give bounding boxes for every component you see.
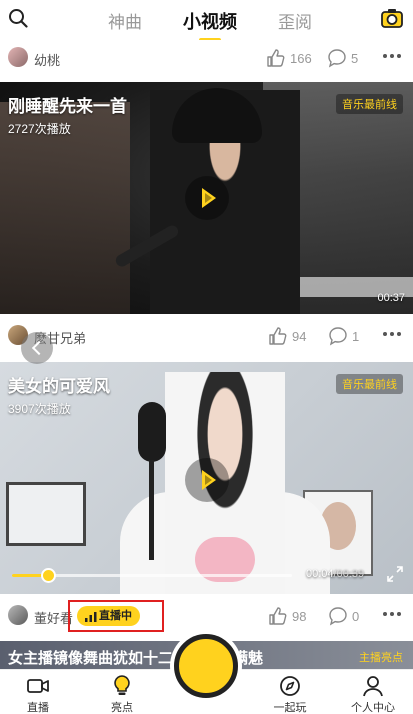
playback-time: 00:04/00:39 (306, 568, 364, 580)
nav-live[interactable]: 直播 (8, 674, 68, 714)
play-count: 3907次播放 (8, 402, 71, 416)
center-action-button[interactable] (174, 634, 238, 698)
compass-icon (280, 676, 300, 696)
nav-label: 直播 (27, 702, 49, 714)
current-time: 00:04 (306, 568, 334, 580)
thumbs-up-icon (269, 607, 287, 625)
top-nav: 神曲 小视频 歪阅 (0, 0, 413, 40)
fullscreen-icon[interactable] (387, 566, 403, 582)
video-title: 美女的可爱风 (8, 377, 110, 396)
thumbs-up-icon (269, 327, 287, 345)
camera-icon[interactable] (381, 8, 403, 28)
duration: 00:37 (377, 292, 405, 304)
more-icon[interactable] (383, 332, 401, 336)
comment-count: 5 (351, 50, 359, 66)
like-count: 166 (290, 50, 312, 66)
like-button[interactable]: 94 (268, 326, 306, 346)
category-tag[interactable]: 音乐最前线 (336, 374, 403, 394)
highlight-box (68, 600, 164, 632)
comment-count: 1 (352, 328, 360, 344)
tab-shenqu[interactable]: 神曲 (100, 6, 150, 36)
total-time: /00:39 (333, 568, 365, 580)
progress-bar[interactable] (12, 568, 292, 583)
post-header-1: 幼桃 166 5 (0, 40, 413, 76)
post-header-2: 麽甘兄弟 94 1 (0, 318, 413, 354)
comment-count: 0 (352, 608, 360, 624)
category-tag[interactable]: 音乐最前线 (336, 94, 403, 114)
tab-bar: 神曲 小视频 歪阅 (100, 6, 320, 36)
video-card-1[interactable]: 刚睡醒先来一首 2727次播放 音乐最前线 00:37 (0, 82, 413, 314)
nav-profile[interactable]: 个人中心 (343, 674, 403, 714)
nav-label: 亮点 (111, 702, 133, 714)
username[interactable]: 幼桃 (34, 50, 60, 69)
like-button[interactable]: 166 (266, 48, 312, 68)
nav-label: 一起玩 (273, 702, 307, 714)
comment-button[interactable]: 0 (328, 606, 359, 626)
comment-button[interactable]: 5 (327, 48, 358, 68)
nav-highlights[interactable]: 亮点 (92, 674, 152, 714)
tab-short-video[interactable]: 小视频 (175, 6, 245, 36)
tab-waiyue[interactable]: 歪阅 (270, 6, 320, 36)
nav-play-together[interactable]: 一起玩 (260, 674, 320, 714)
thumbs-up-icon (267, 49, 285, 67)
more-icon[interactable] (383, 54, 401, 58)
category-tag[interactable]: 主播亮点 (359, 649, 403, 665)
play-icon[interactable] (185, 176, 229, 220)
lightbulb-icon (114, 675, 130, 695)
play-count: 2727次播放 (8, 122, 71, 136)
progress-handle[interactable] (41, 568, 57, 583)
video-title: 刚睡醒先来一首 (8, 97, 127, 116)
more-icon[interactable] (383, 612, 401, 616)
video-card-2[interactable]: 美女的可爱风 3907次播放 音乐最前线 00:04/00:39 (0, 362, 413, 594)
like-count: 94 (292, 328, 307, 344)
like-count: 98 (292, 608, 307, 624)
post-header-3: 董好看 直播中 98 0 (0, 598, 413, 634)
nav-label: 个人中心 (351, 702, 395, 714)
back-icon[interactable] (21, 332, 53, 364)
comment-icon (329, 607, 347, 626)
like-button[interactable]: 98 (268, 606, 306, 626)
comment-icon (328, 49, 346, 68)
video-camera-icon (27, 679, 49, 693)
person-icon (363, 676, 383, 697)
comment-icon (329, 327, 347, 346)
avatar[interactable] (8, 605, 28, 625)
avatar[interactable] (8, 47, 28, 67)
comment-button[interactable]: 1 (328, 326, 359, 346)
search-icon[interactable] (8, 8, 28, 28)
play-icon[interactable] (185, 458, 229, 502)
